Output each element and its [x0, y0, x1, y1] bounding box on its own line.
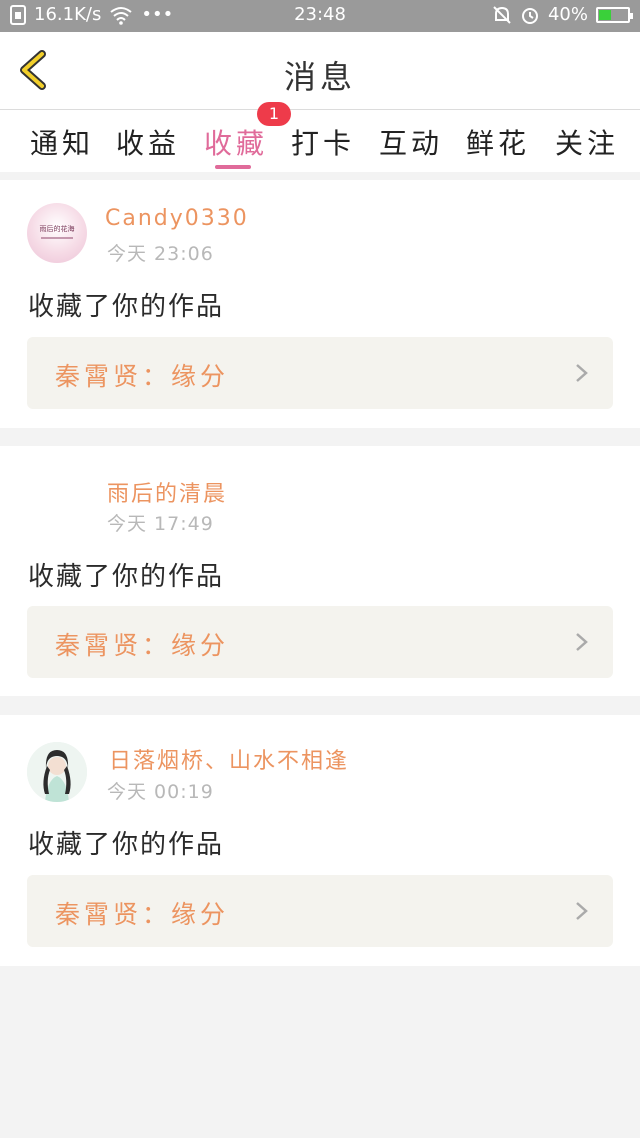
action-text: 收藏了你的作品	[28, 830, 225, 860]
active-tab-indicator	[215, 165, 251, 169]
action-text: 收藏了你的作品	[28, 292, 225, 322]
avatar[interactable]: 雨后的花海	[27, 203, 87, 263]
chevron-right-icon	[576, 364, 588, 382]
chevron-right-icon	[576, 902, 588, 920]
action-text: 收藏了你的作品	[28, 562, 225, 592]
message-card: 雨后的花海 Candy0330 今天 23:06 收藏了你的作品 秦霄贤：缘分	[0, 180, 640, 428]
tab-bar: 通知 收益 收藏 打卡 互动 鲜花 关注	[0, 110, 640, 172]
work-link[interactable]: 秦霄贤：缘分	[27, 875, 613, 947]
battery-percent: 40%	[547, 4, 588, 25]
username[interactable]: 日落烟桥、山水不相逢	[109, 743, 349, 775]
work-title: 秦霄贤：缘分	[55, 631, 230, 660]
mute-bell-icon	[493, 5, 511, 24]
tab-earnings[interactable]: 收益	[116, 122, 180, 162]
status-right: 40%	[492, 4, 633, 25]
tab-favorites[interactable]: 收藏	[204, 122, 268, 162]
nav-bar: 消息	[0, 32, 640, 110]
page-title: 消息	[283, 58, 356, 96]
message-card: 日落烟桥、山水不相逢 今天 00:19 收藏了你的作品 秦霄贤：缘分	[0, 715, 640, 966]
avatar-image: 雨后的花海	[40, 224, 75, 239]
work-link[interactable]: 秦霄贤：缘分	[27, 337, 613, 409]
work-title: 秦霄贤：缘分	[55, 362, 230, 391]
status-bar: 16.1K/s ••• 23:48 40%	[0, 0, 640, 32]
message-card: 雨后的清晨 今天 17:49 收藏了你的作品 秦霄贤：缘分	[0, 446, 640, 696]
tab-checkin[interactable]: 打卡	[291, 122, 355, 162]
tab-following[interactable]: 关注	[555, 122, 619, 162]
avatar-image	[27, 742, 87, 802]
timestamp: 今天 17:49	[107, 513, 214, 535]
battery-fill	[599, 9, 611, 20]
username[interactable]: Candy0330	[105, 206, 249, 231]
battery-icon	[596, 6, 633, 23]
alarm-icon	[521, 7, 538, 24]
timestamp: 今天 23:06	[107, 243, 214, 265]
chevron-right-icon	[576, 633, 588, 651]
tab-flowers[interactable]: 鲜花	[466, 122, 530, 162]
timestamp: 今天 00:19	[107, 781, 214, 803]
avatar[interactable]	[27, 742, 87, 802]
tab-notifications[interactable]: 通知	[30, 122, 94, 162]
tab-interactions[interactable]: 互动	[379, 122, 443, 162]
favorites-badge: 1	[257, 102, 291, 126]
work-title: 秦霄贤：缘分	[55, 900, 230, 929]
avatar-text: 雨后的花海	[40, 224, 75, 233]
work-link[interactable]: 秦霄贤：缘分	[27, 606, 613, 678]
username[interactable]: 雨后的清晨	[107, 476, 227, 508]
